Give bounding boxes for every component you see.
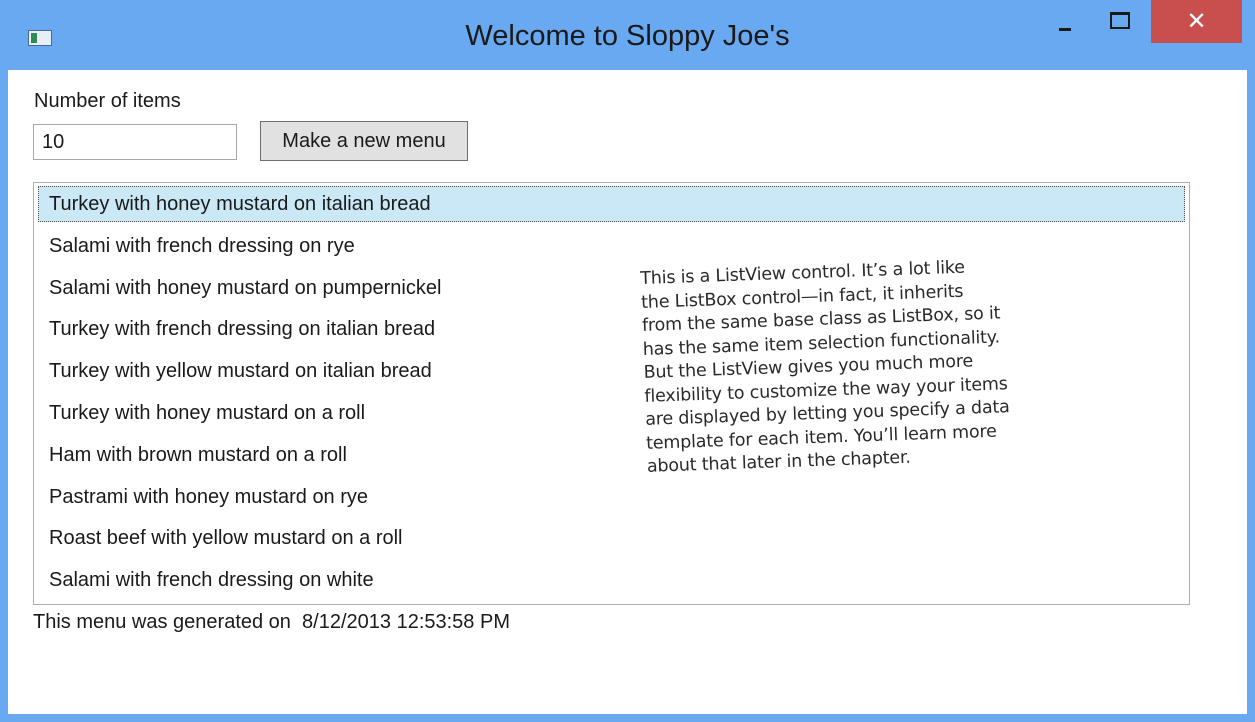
list-item[interactable]: Turkey with honey mustard on italian bre… (38, 186, 1185, 222)
close-icon: ✕ (1186, 8, 1207, 35)
make-new-menu-button[interactable]: Make a new menu (260, 121, 468, 161)
handwritten-annotation: This is a ListView control. It’s a lot l… (640, 252, 1117, 480)
close-button[interactable]: ✕ (1151, 0, 1242, 43)
app-window: Welcome to Sloppy Joe's ✕ Number of item… (0, 0, 1255, 722)
title-bar[interactable]: Welcome to Sloppy Joe's ✕ (0, 0, 1255, 68)
window-content: Number of items Make a new menu Turkey w… (8, 70, 1247, 714)
generated-status-text: This menu was generated on 8/12/2013 12:… (33, 611, 510, 633)
minimize-button[interactable] (1035, 0, 1095, 46)
minimize-icon (1059, 27, 1071, 31)
list-item[interactable]: Salami with french dressing on white (38, 562, 1185, 598)
number-of-items-input[interactable] (33, 124, 237, 160)
number-of-items-label: Number of items (34, 90, 181, 112)
list-item[interactable]: Pastrami with honey mustard on rye (38, 479, 1185, 515)
maximize-button[interactable] (1095, 0, 1145, 46)
maximize-icon (1110, 11, 1130, 29)
list-item[interactable]: Roast beef with yellow mustard on a roll (38, 520, 1185, 556)
